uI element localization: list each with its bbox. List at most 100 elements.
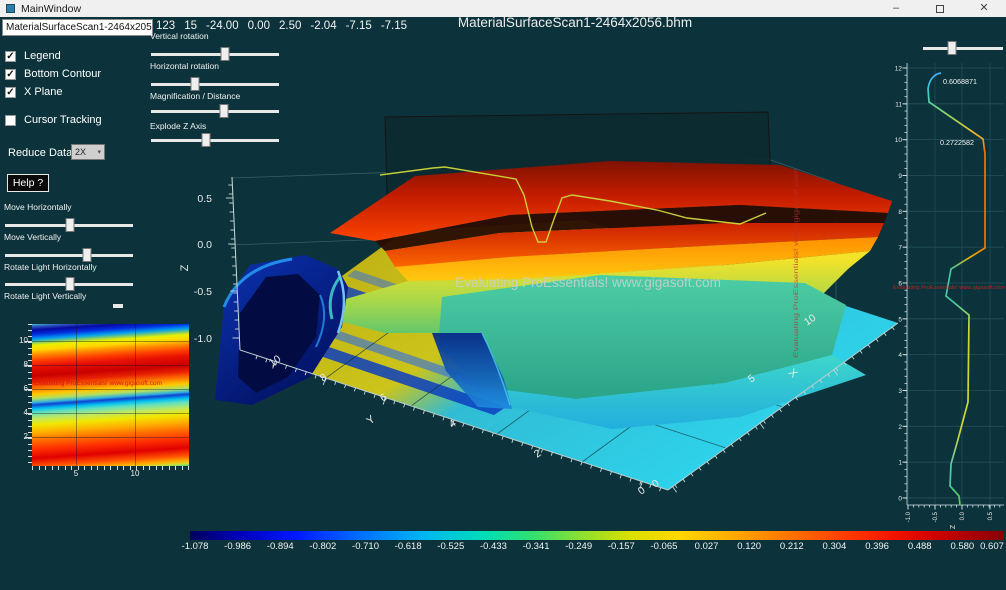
slider-track[interactable] xyxy=(923,47,1003,50)
profile-y-tick-label: 5 xyxy=(898,316,902,323)
file-dropdown[interactable]: MaterialSurfaceScan1-2464x2056.bhm ▾ xyxy=(2,19,153,36)
surface-3d-plot[interactable]: Evaluating ProEssentials! www.gigasoft.c… xyxy=(180,55,900,525)
colorbar-tick-label: 0.304 xyxy=(823,541,847,552)
axis-tick xyxy=(571,459,572,463)
checkbox-bottom-contour[interactable]: ✓ xyxy=(5,69,16,80)
axis-tick xyxy=(876,339,878,342)
checkbox-label: Cursor Tracking xyxy=(24,114,102,126)
slider-move-vertically[interactable] xyxy=(5,248,133,262)
checkbox-legend[interactable]: ✓ xyxy=(5,51,16,62)
contour-minimap: 108642510 Evaluating ProEssentials! www.… xyxy=(8,320,192,484)
minimap-tick xyxy=(169,466,170,470)
maximize-button[interactable] xyxy=(918,0,962,17)
slider-thumb[interactable] xyxy=(947,41,956,55)
minimap-tick xyxy=(28,384,32,385)
z-axis-label: Z xyxy=(180,264,191,271)
slider-thumb[interactable] xyxy=(113,304,123,308)
profile-y-tick-label: 4 xyxy=(898,352,902,359)
close-button[interactable]: ✕ xyxy=(962,0,1006,17)
axis-tick xyxy=(374,394,375,398)
minimap-tick xyxy=(65,466,66,470)
minimap-tick xyxy=(45,466,46,470)
colorbar-tick-label: 0.027 xyxy=(695,541,719,552)
z-profile-chart: 1211109876543210-1.0-0.50.00.5Z0.6068871… xyxy=(893,55,1006,530)
profile-point-label: 0.6068871 xyxy=(943,77,977,86)
minimap-tick xyxy=(28,324,32,325)
axis-tick xyxy=(788,403,790,406)
minimap-tick xyxy=(117,466,118,470)
checkbox-x-plane[interactable]: ✓ xyxy=(5,87,16,98)
reduce-data-dropdown[interactable]: 2X ▾ xyxy=(71,144,105,160)
colorbar-tick-label: -0.341 xyxy=(523,541,550,552)
profile-axis-label: Z xyxy=(950,524,957,529)
colorbar-tick-label: -0.802 xyxy=(309,541,336,552)
minimap-watermark: Evaluating ProEssentials! www.gigasoft.c… xyxy=(34,380,186,387)
help-button[interactable]: Help ? xyxy=(7,174,49,192)
minimap-tick xyxy=(28,402,32,403)
checkbox-row-bottom-contour[interactable]: ✓Bottom Contour xyxy=(5,68,101,80)
slider-label-move-horizontally: Move Horizontally xyxy=(4,202,72,212)
minimap-gridline xyxy=(32,413,189,414)
checkbox-label: Legend xyxy=(24,50,61,62)
minimap-x-tick-label: 5 xyxy=(74,469,78,478)
slider-thumb[interactable] xyxy=(66,218,75,232)
colorbar-tick-label: -0.249 xyxy=(565,541,592,552)
minimap-tick xyxy=(28,360,32,361)
reduce-data-label: Reduce Data xyxy=(8,147,72,159)
axis-tick xyxy=(760,423,764,429)
axis-tick xyxy=(364,391,365,395)
colorbar-tick-label: -0.986 xyxy=(224,541,251,552)
minimap-tick xyxy=(130,466,131,470)
readout-value: -24.00 xyxy=(206,20,239,32)
colorbar-tick-label: -0.065 xyxy=(650,541,677,552)
axis-tick xyxy=(715,456,717,459)
minimap-tick xyxy=(28,354,32,355)
axis-tick xyxy=(763,421,765,424)
slider-move-horizontally[interactable] xyxy=(5,218,133,232)
profile-y-tick-label: 2 xyxy=(898,424,902,431)
checkbox-cursor-tracking[interactable] xyxy=(5,115,16,126)
minimap-tick xyxy=(136,466,137,470)
slider-rotate-light-vertically[interactable] xyxy=(5,299,133,313)
minimize-button[interactable]: – xyxy=(874,0,918,17)
color-scale-bar xyxy=(190,531,1004,540)
colorbar-tick-label: -1.078 xyxy=(182,541,209,552)
minimap-tick xyxy=(28,396,32,397)
readout-value: 2.50 xyxy=(279,20,301,32)
minimap-tick xyxy=(28,372,32,373)
checkbox-row-cursor-tracking[interactable]: Cursor Tracking xyxy=(5,114,102,126)
minimap-x-tick-label: 10 xyxy=(131,469,140,478)
profile-y-tick-label: 0 xyxy=(898,495,902,502)
maximize-icon xyxy=(936,5,944,13)
slider-thumb[interactable] xyxy=(66,277,75,291)
axis-tick xyxy=(860,351,862,354)
axis-tick xyxy=(502,436,503,440)
minimap-tick xyxy=(28,378,32,379)
minimap-tick xyxy=(28,336,32,337)
minimap-tick xyxy=(28,366,32,367)
axis-tick xyxy=(683,479,685,482)
axis-tick xyxy=(731,444,733,447)
axis-tick xyxy=(315,375,316,379)
minimap-tick xyxy=(28,456,32,457)
checkbox-row-x-plane[interactable]: ✓X Plane xyxy=(5,86,63,98)
minimap-tick xyxy=(28,426,32,427)
axis-tick xyxy=(354,388,355,392)
minimap-tick xyxy=(84,466,85,470)
axis-tick xyxy=(747,432,749,435)
slider-thumb[interactable] xyxy=(82,248,91,262)
profile-position-slider[interactable] xyxy=(923,41,1003,55)
minimap-gridline xyxy=(32,341,189,342)
slider-label-move-vertically: Move Vertically xyxy=(4,232,61,242)
axis-tick xyxy=(423,410,424,414)
slider-rotate-light-horizontally[interactable] xyxy=(5,277,133,291)
slider-label-vertical-rotation: Vertical rotation xyxy=(150,31,209,41)
z-tick-label: 0.0 xyxy=(197,239,212,251)
slider-track[interactable] xyxy=(5,254,133,257)
profile-y-tick-label: 9 xyxy=(898,173,902,180)
axis-tick xyxy=(591,465,592,469)
profile-y-tick-label: 3 xyxy=(898,388,902,395)
checkbox-row-legend[interactable]: ✓ Legend xyxy=(5,50,61,62)
axis-tick xyxy=(852,356,854,359)
colorbar-tick-label: 0.212 xyxy=(780,541,804,552)
